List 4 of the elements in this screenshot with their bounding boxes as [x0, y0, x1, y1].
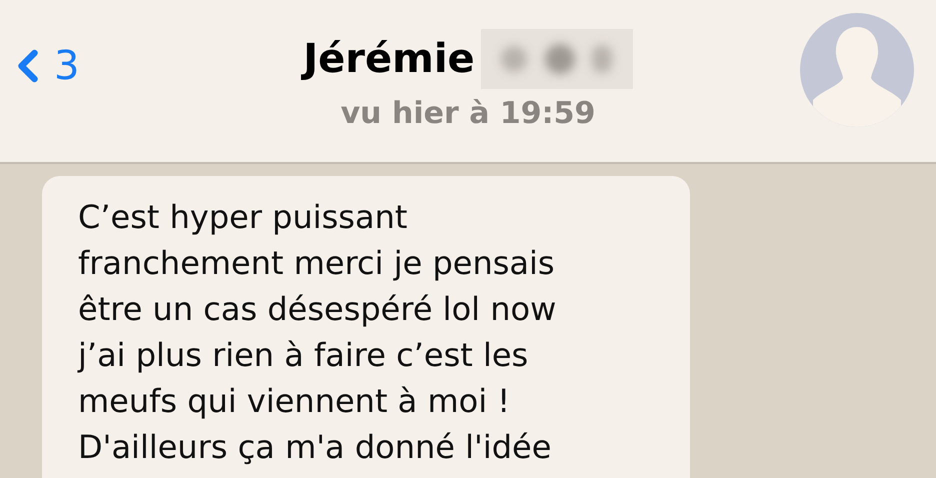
contact-name: Jérémie	[303, 34, 475, 84]
last-seen-status: vu hier à 19:59	[340, 94, 596, 132]
message-text: C’est hyper puissant franchement merci je pensais être un cas désespéré lol now j’ai plus rien à faire c’est les meufs qui viennent à moi ! D'ailleurs ça m'a donné l'idée	[78, 197, 558, 468]
back-button[interactable]: 3	[2, 36, 80, 96]
